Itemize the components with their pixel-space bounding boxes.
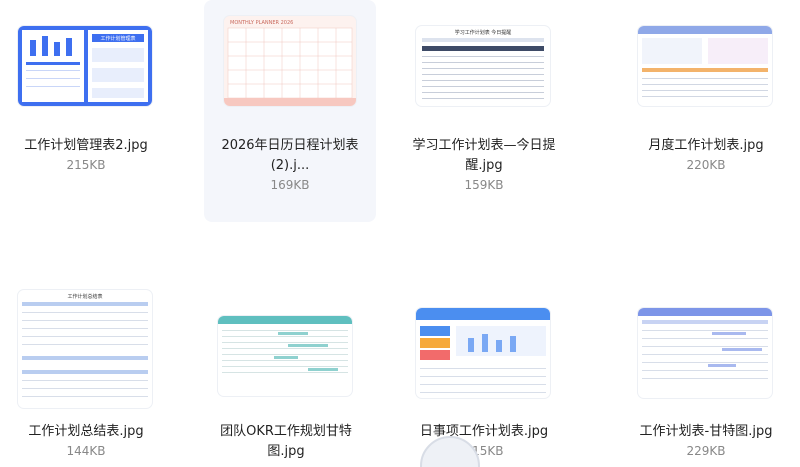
thumbnail-image [638, 308, 772, 379]
file-card[interactable]: 日事项工作计划表.jpg 215KB [398, 300, 570, 467]
thumbnail-title: 工作计划总结表 [67, 293, 102, 300]
thumbnail-title: MONTHLY PLANNER 2026 [230, 20, 293, 26]
file-thumbnail [416, 308, 550, 398]
file-name[interactable]: 2026年日历日程计划表(2).j... [208, 136, 372, 176]
thumbnail-image: 学习工作计划表 今日提醒 [422, 29, 544, 99]
file-size: 220KB [686, 158, 726, 172]
file-name[interactable]: 工作计划总结表.jpg [4, 422, 168, 442]
file-card[interactable]: 工作计划管理表 工作计划管理表2.jpg 215KB [0, 10, 172, 210]
thumbnail-image [638, 26, 772, 97]
file-size: 169KB [270, 178, 310, 192]
file-size: 144KB [66, 444, 106, 458]
thumbnail-image [218, 316, 352, 373]
thumbnail-image: 工作计划管理表 [22, 30, 148, 102]
file-thumbnail: MONTHLY PLANNER 2026 [224, 16, 356, 106]
file-size: 159KB [464, 178, 504, 192]
thumbnail-image: MONTHLY PLANNER 2026 [224, 16, 356, 106]
file-name[interactable]: 团队OKR工作规划甘特图.jpg [204, 422, 368, 462]
thumbnail-image [416, 308, 550, 393]
file-card[interactable]: 学习工作计划表 今日提醒 学习工作计划表—今日提醒.jpg 159KB [398, 10, 570, 210]
file-name[interactable]: 工作计划管理表2.jpg [4, 136, 168, 156]
file-thumbnail: 工作计划总结表 [18, 290, 152, 408]
file-card-selected[interactable]: MONTHLY PLANNER 2026 2026年日历日程计划表(2).j..… [204, 0, 376, 222]
file-name[interactable]: 学习工作计划表—今日提醒.jpg [402, 136, 566, 176]
file-thumbnail: 工作计划管理表 [18, 26, 152, 106]
file-thumbnail [638, 308, 772, 398]
thumbnail-image: 工作计划总结表 [22, 293, 148, 397]
file-card[interactable]: 团队OKR工作规划甘特图.jpg [200, 300, 372, 467]
file-thumbnail: 学习工作计划表 今日提醒 [416, 26, 550, 106]
file-card[interactable]: 工作计划总结表 工作计划总结表.jpg 144KB [0, 280, 172, 467]
file-name[interactable]: 月度工作计划表.jpg [624, 136, 788, 156]
file-grid: 工作计划管理表 工作计划管理表2.jpg 215KB MONTHLY PLANN… [0, 0, 800, 467]
file-card[interactable]: 月度工作计划表.jpg 220KB [620, 10, 792, 210]
file-size: 229KB [686, 444, 726, 458]
file-card[interactable]: 工作计划表-甘特图.jpg 229KB [620, 300, 792, 467]
file-name[interactable]: 日事项工作计划表.jpg [402, 422, 566, 442]
thumbnail-title: 学习工作计划表 今日提醒 [455, 29, 512, 36]
file-thumbnail [638, 26, 772, 106]
file-size: 215KB [66, 158, 106, 172]
thumbnail-title: 工作计划管理表 [100, 35, 135, 42]
file-thumbnail [218, 316, 352, 396]
file-name[interactable]: 工作计划表-甘特图.jpg [624, 422, 788, 442]
